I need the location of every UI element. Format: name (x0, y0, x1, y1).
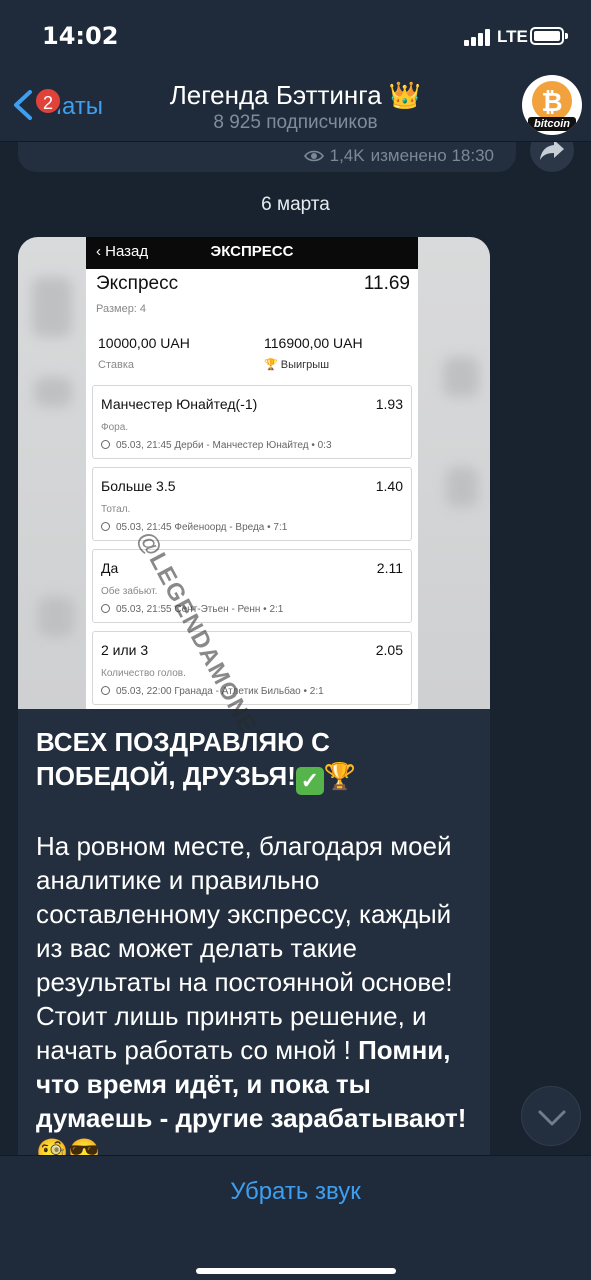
network-type: LTE (497, 27, 528, 46)
bet-type: Экспресс (96, 273, 179, 294)
ball-icon (101, 522, 110, 531)
leg-market: Обе забьют. (101, 586, 158, 597)
scroll-down-button[interactable] (521, 1086, 581, 1146)
share-button[interactable] (530, 142, 574, 172)
leg-odds: 1.40 (375, 478, 403, 494)
bet-slip: ‹ Назад ЭКСПРЕСС Экспресс 11.69 Размер: … (86, 237, 418, 753)
leg-selection: Да (101, 560, 119, 576)
ball-icon (101, 686, 110, 695)
leg-market: Количество голов. (101, 668, 186, 679)
bet-leg: Больше 3.5 1.40 Тотал. 05.03, 21:45 Фейе… (92, 467, 412, 541)
ball-icon (101, 440, 110, 449)
subscriber-count: 8 925 подписчиков (213, 112, 378, 133)
check-mark-emoji-icon: ✓ (295, 767, 324, 795)
leg-odds: 2.05 (375, 642, 403, 658)
stake-label: Ставка (98, 359, 134, 371)
status-bar: 14:02 LTE (0, 0, 591, 70)
win-label: 🏆 Выигрыш (264, 359, 330, 371)
signal-icon (464, 28, 494, 46)
views-eye-icon (303, 150, 324, 162)
channel-post[interactable]: ‹ Назад ЭКСПРЕСС Экспресс 11.69 Размер: … (18, 237, 490, 1166)
chat-header: Чаты 2 Легенда Бэттинга 👑 8 925 подписчи… (0, 70, 591, 142)
leg-event: 05.03, 21:45 Дерби - Манчестер Юнайтед •… (101, 440, 332, 451)
previous-message[interactable]: 1,4K изменено 18:30 (18, 142, 516, 172)
trophy-emoji-icon: 🏆 (323, 761, 357, 791)
stake-value: 10000,00 UAH (98, 335, 190, 351)
leg-selection: Больше 3.5 (101, 478, 176, 494)
bet-leg: Да 2.11 Обе забьют. 05.03, 21:55 Сент-Эт… (92, 549, 412, 623)
trophy-icon: 🏆 (264, 359, 278, 371)
view-count: 1,4K (329, 146, 365, 165)
bottom-bar: Убрать звук (0, 1155, 591, 1280)
post-photo[interactable]: ‹ Назад ЭКСПРЕСС Экспресс 11.69 Размер: … (18, 237, 490, 753)
avatar-text: bitcoin (533, 118, 571, 130)
chevron-down-icon (538, 1110, 566, 1126)
bet-slip-header: ‹ Назад ЭКСПРЕСС (86, 237, 418, 269)
share-arrow-icon (540, 142, 564, 160)
edited-label: изменено 18:30 (370, 146, 494, 165)
leg-event: 05.03, 21:45 Фейеноорд - Вреда • 7:1 (101, 522, 287, 533)
home-indicator[interactable] (196, 1268, 396, 1274)
leg-selection: Манчестер Юнайтед(-1) (101, 396, 258, 412)
leg-market: Фора. (101, 422, 129, 433)
post-text: ВСЕХ ПОЗДРАВЛЯЮ С ПОБЕДОЙ, ДРУЗЬЯ! ✓ 🏆 На … (36, 725, 476, 1166)
battery-icon (530, 27, 568, 45)
message-meta: 1,4K изменено 18:30 (303, 146, 494, 166)
post-body: На ровном месте, благодаря моей аналитик… (36, 831, 467, 1166)
mute-button[interactable]: Убрать звук (0, 1178, 591, 1206)
bet-header-title: ЭКСПРЕСС (210, 243, 294, 260)
win-value: 116900,00 UAH (264, 335, 363, 351)
leg-selection: 2 или 3 (101, 642, 149, 658)
bet-total-odds: 11.69 (363, 273, 410, 294)
leg-odds: 2.11 (376, 560, 403, 576)
date-separator: 6 марта (261, 194, 330, 215)
bet-leg: Манчестер Юнайтед(-1) 1.93 Фора. 05.03, … (92, 385, 412, 459)
chat-area[interactable]: 1,4K изменено 18:30 6 марта ‹ Назад ЭКСП… (0, 142, 591, 1166)
bet-size: Размер: 4 (96, 303, 147, 315)
status-time: 14:02 (42, 22, 119, 50)
post-headline: ВСЕХ ПОЗДРАВЛЯЮ С ПОБЕДОЙ, ДРУЗЬЯ! ✓ 🏆 (36, 727, 357, 795)
channel-title[interactable]: Легенда Бэттинга 👑 (0, 80, 591, 111)
ball-icon (101, 604, 110, 613)
leg-market: Тотал. (101, 504, 131, 515)
bet-leg: 2 или 3 2.05 Количество голов. 05.03, 22… (92, 631, 412, 705)
svg-text:₿: ₿ (541, 88, 562, 118)
leg-odds: 1.93 (375, 396, 403, 412)
channel-avatar[interactable]: ₿ bitcoin (522, 75, 582, 135)
